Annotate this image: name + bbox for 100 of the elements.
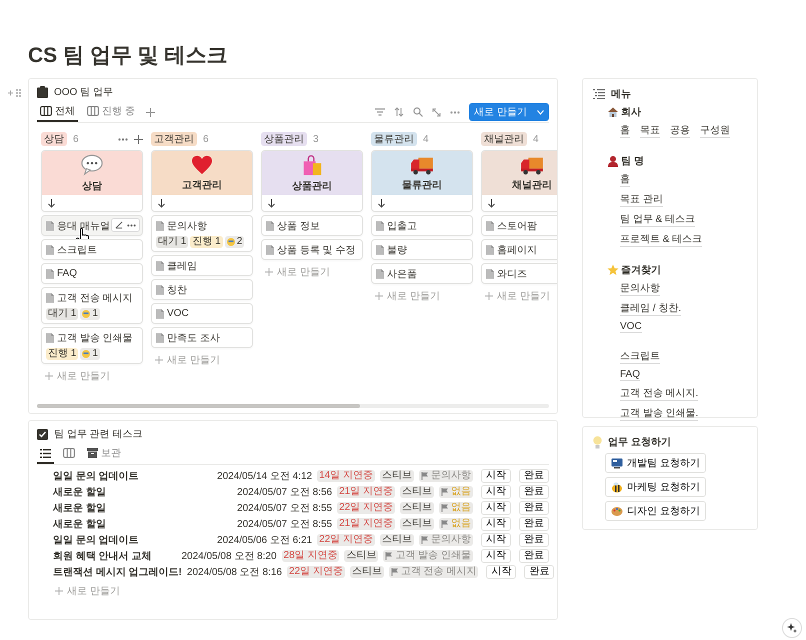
caret-icon[interactable] <box>537 110 544 114</box>
board-card[interactable]: 스크립트 <box>41 239 143 260</box>
horizontal-scrollbar[interactable] <box>37 404 549 408</box>
task-action-button[interactable]: 시작 <box>481 485 511 499</box>
cover-card[interactable]: 채널관리 <box>481 150 557 212</box>
menu-link[interactable]: 문의사항 <box>620 281 660 296</box>
cover-card[interactable]: 물류관리 <box>371 150 473 212</box>
menu-link[interactable]: VOC <box>620 321 642 333</box>
board-card[interactable]: 상품 등록 및 수정 <box>261 239 363 260</box>
assignee-tag: 스티브 <box>350 566 384 578</box>
cover-card[interactable]: 상품관리 <box>261 150 363 212</box>
view-tab[interactable]: 진행 중 <box>84 102 138 122</box>
assignee-tag: 스티브 <box>380 470 414 482</box>
board-card[interactable]: 고객 발송 인쇄물 진행 1 1 <box>41 327 143 364</box>
board-card[interactable]: 와디즈 <box>481 263 557 284</box>
plus-icon[interactable] <box>55 587 63 595</box>
view-tab[interactable]: 전체 <box>37 102 78 122</box>
sparkle-button[interactable] <box>782 618 802 638</box>
menu-link[interactable]: 홈 <box>620 123 630 138</box>
plus-icon[interactable] <box>375 292 383 300</box>
search-icon[interactable] <box>413 107 424 117</box>
menu-link[interactable]: 팀 업무 & 테스크 <box>620 212 696 227</box>
plus-icon[interactable] <box>45 372 53 380</box>
task-action-button[interactable]: 시작 <box>481 469 511 483</box>
card-title: 와디즈 <box>497 268 527 280</box>
request-button[interactable]: 디자인 요청하기 <box>605 501 706 521</box>
task-action-button[interactable]: 완료 <box>519 517 549 531</box>
request-button[interactable]: 개발팀 요청하기 <box>605 453 706 473</box>
board-card[interactable]: 상품 정보 <box>261 215 363 236</box>
board-card[interactable]: 사은품 <box>371 263 473 284</box>
status-tag: 대기 1 <box>156 236 188 248</box>
task-title[interactable]: 회원 혜택 안내서 교체 <box>53 549 152 563</box>
task-title[interactable]: 일일 문의 업데이트 <box>53 469 139 483</box>
cover-card[interactable]: 상담 <box>41 150 143 212</box>
menu-title: 메뉴 <box>611 88 631 101</box>
more-icon[interactable] <box>118 138 128 140</box>
board-card[interactable]: 응대 매뉴얼 <box>41 215 143 236</box>
plus-icon[interactable] <box>155 356 163 364</box>
board-card[interactable]: 홈페이지 <box>481 239 557 260</box>
add-view-icon[interactable] <box>146 108 155 116</box>
flag-icon <box>441 488 449 496</box>
menu-link[interactable]: 프로젝트 & 테스크 <box>620 232 702 247</box>
down-arrow-icon <box>378 198 385 208</box>
board-card[interactable]: VOC <box>151 303 253 324</box>
add-icon[interactable] <box>134 134 143 144</box>
block-handle-icon[interactable] <box>7 88 21 98</box>
menu-link[interactable]: 구성원 <box>700 123 730 138</box>
task-title[interactable]: 새로운 할일 <box>53 485 106 499</box>
menu-link[interactable]: 목표 <box>640 123 660 138</box>
more-icon[interactable] <box>127 224 136 226</box>
board-card[interactable]: 입출고 <box>371 215 473 236</box>
card-title: 고객 발송 인쇄물 <box>57 332 133 344</box>
view-tab[interactable]: 보관 <box>84 444 124 464</box>
task-action-button[interactable]: 시작 <box>481 501 511 515</box>
edit-icon[interactable] <box>115 221 123 229</box>
task-action-button[interactable]: 시작 <box>481 549 511 563</box>
menu-link[interactable]: 고객 전송 메시지. <box>620 386 698 401</box>
task-action-button[interactable]: 시작 <box>486 565 516 579</box>
task-date: 2024/05/08 오전 8:16 <box>186 566 282 579</box>
cover-card[interactable]: 고객관리 <box>151 150 253 212</box>
task-action-button[interactable]: 완료 <box>519 485 549 499</box>
menu-link[interactable]: 공용 <box>670 123 690 138</box>
board-card[interactable]: 클레임 <box>151 255 253 276</box>
task-action-button[interactable]: 시작 <box>481 517 511 531</box>
task-action-button[interactable]: 완료 <box>519 533 549 547</box>
menu-link[interactable]: 홈 <box>620 172 630 187</box>
board-title: OOO 팀 업무 <box>54 86 113 99</box>
menu-link[interactable]: 스크립트 <box>620 349 660 364</box>
flag-icon <box>421 472 429 480</box>
plus-icon[interactable] <box>265 268 273 276</box>
board-card[interactable]: 칭찬 <box>151 279 253 300</box>
light-bulb-icon <box>593 436 602 448</box>
task-title[interactable]: 새로운 할일 <box>53 501 106 515</box>
board-card[interactable]: 문의사항 대기 1 진행 1 2 <box>151 215 253 252</box>
menu-link[interactable]: FAQ <box>620 369 640 381</box>
expand-icon[interactable] <box>432 108 442 116</box>
card-title: VOC <box>167 308 189 319</box>
task-action-button[interactable]: 시작 <box>481 533 511 547</box>
board-card[interactable]: 스토어팜 <box>481 215 557 236</box>
plus-icon[interactable] <box>485 292 493 300</box>
task-action-button[interactable]: 완료 <box>519 549 549 563</box>
task-title[interactable]: 새로운 할일 <box>53 517 106 531</box>
menu-link[interactable]: 목표 관리 <box>620 192 663 207</box>
board-card[interactable]: FAQ <box>41 263 143 284</box>
task-title[interactable]: 트랜잭션 메시지 업그레이드! <box>53 565 182 579</box>
board-card[interactable]: 고객 전송 메시지 대기 1 1 <box>41 287 143 324</box>
task-action-button[interactable]: 완료 <box>524 565 554 579</box>
task-title[interactable]: 일일 문의 업데이트 <box>53 533 139 547</box>
menu-link[interactable]: 고객 발송 인쇄물. <box>620 406 698 421</box>
task-action-button[interactable]: 완료 <box>519 469 549 483</box>
sort-icon[interactable] <box>394 107 404 117</box>
page-icon <box>46 332 54 342</box>
board-card[interactable]: 만족도 조사 <box>151 327 253 348</box>
group-count: 4 <box>533 134 539 144</box>
board-card[interactable]: 불량 <box>371 239 473 260</box>
request-button[interactable]: 마케팅 요청하기 <box>605 477 706 497</box>
menu-link[interactable]: 클레임 / 칭찬. <box>620 301 682 316</box>
filter-icon[interactable] <box>375 108 386 116</box>
list-icon <box>593 89 605 99</box>
task-action-button[interactable]: 완료 <box>519 501 549 515</box>
